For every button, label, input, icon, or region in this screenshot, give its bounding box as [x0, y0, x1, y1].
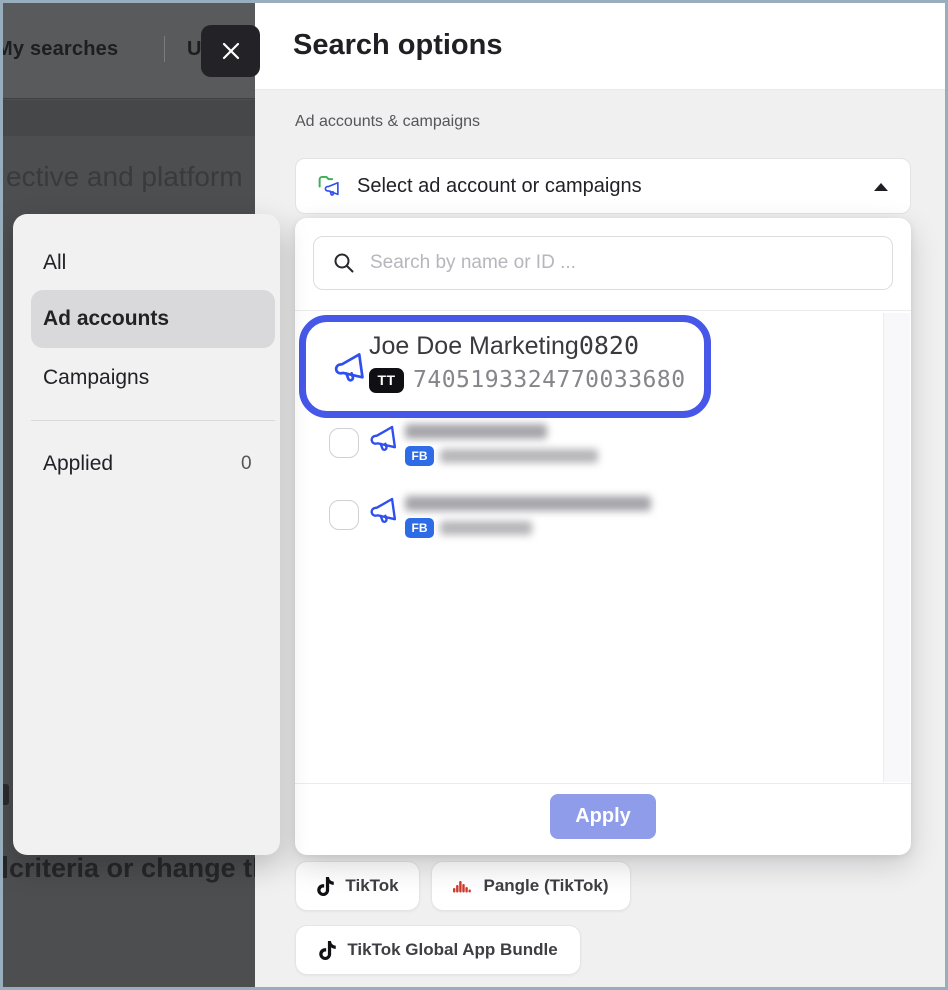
- divider: [295, 310, 911, 311]
- facebook-platform-badge: FB: [405, 518, 434, 538]
- nav-divider: [164, 36, 165, 62]
- page-title: Search options: [293, 29, 503, 62]
- pangle-icon: [453, 879, 473, 894]
- screenshot-stage: My searches US ective and platform crite…: [0, 0, 948, 990]
- apply-button[interactable]: Apply: [550, 794, 656, 839]
- background-heading: ective and platform: [6, 161, 243, 193]
- menu-item-campaigns[interactable]: Campaigns: [43, 366, 149, 390]
- blurred-account-name: [405, 496, 651, 511]
- section-label: Ad accounts & campaigns: [295, 113, 480, 131]
- tiktok-icon: [316, 876, 335, 897]
- platform-label: Pangle (TikTok): [483, 876, 608, 896]
- facebook-platform-badge: FB: [405, 446, 434, 466]
- scrollbar-track[interactable]: [883, 313, 910, 782]
- dropdown-search-box[interactable]: [313, 236, 893, 290]
- list-item-joe-doe-marketing[interactable]: Joe Doe Marketing0820 TT 740519332477003…: [295, 323, 880, 413]
- ad-account-select[interactable]: Select ad account or campaigns: [295, 158, 911, 214]
- divider: [295, 783, 911, 784]
- cut-text-fragment: [3, 784, 9, 805]
- close-icon: [219, 39, 243, 63]
- cut-text-fragment: [3, 856, 7, 878]
- panel-header: Search options: [255, 3, 948, 90]
- account-id-row: TT 7405193324770033680: [369, 367, 686, 393]
- megaphone-icon: [367, 424, 399, 454]
- blurred-account-name: [405, 424, 547, 439]
- blurred-account-id: [440, 449, 598, 463]
- divider: [31, 420, 275, 421]
- platform-label: TikTok Global App Bundle: [347, 940, 557, 960]
- list-item-blurred-2[interactable]: FB: [295, 496, 880, 556]
- search-icon: [332, 251, 356, 275]
- applied-count: 0: [241, 453, 252, 475]
- search-input[interactable]: [370, 252, 874, 274]
- background-bottom-text: criteria or change th: [9, 853, 269, 884]
- account-name: Joe Doe Marketing0820: [369, 331, 639, 361]
- blurred-account-id: [440, 521, 532, 535]
- account-campaign-icon: [316, 173, 343, 200]
- tiktok-platform-badge: TT: [369, 368, 404, 393]
- menu-item-ad-accounts[interactable]: Ad accounts: [43, 307, 169, 331]
- platform-label: TikTok: [345, 876, 398, 896]
- platform-button-pangle[interactable]: Pangle (TikTok): [431, 861, 631, 911]
- platform-button-tiktok-global-app-bundle[interactable]: TikTok Global App Bundle: [295, 925, 581, 975]
- megaphone-icon: [367, 496, 399, 526]
- my-searches-tab: My searches: [0, 38, 118, 61]
- category-flyout-menu: All Ad accounts Campaigns Applied 0: [13, 214, 280, 855]
- item-checkbox[interactable]: [329, 500, 359, 530]
- menu-item-all[interactable]: All: [43, 251, 66, 275]
- list-item-blurred-1[interactable]: FB: [295, 424, 880, 484]
- chevron-up-icon: [874, 183, 888, 191]
- account-dropdown-popup: Joe Doe Marketing0820 TT 740519332477003…: [295, 218, 911, 855]
- item-checkbox[interactable]: [329, 428, 359, 458]
- menu-item-applied[interactable]: Applied: [43, 452, 113, 476]
- close-button[interactable]: [201, 25, 260, 77]
- platform-button-tiktok[interactable]: TikTok: [295, 861, 420, 911]
- megaphone-icon: [331, 351, 367, 385]
- account-id: 7405193324770033680: [413, 367, 686, 393]
- tiktok-icon: [318, 940, 337, 961]
- select-label: Select ad account or campaigns: [357, 175, 642, 198]
